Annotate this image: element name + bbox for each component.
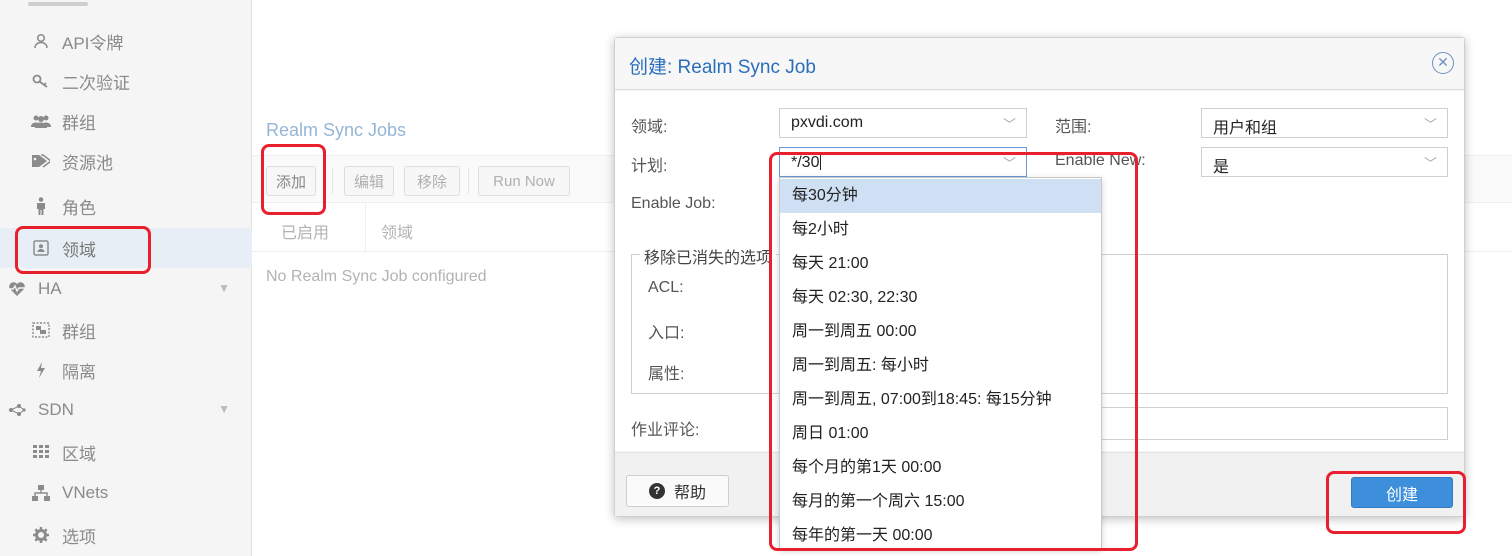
address-book-icon bbox=[28, 240, 54, 256]
chevron-down-icon[interactable]: ﹀ bbox=[1003, 114, 1016, 133]
realm-label: 领域: bbox=[631, 119, 668, 136]
schedule-option[interactable]: 周一到周五: 每小时 bbox=[780, 349, 1101, 383]
scope-value: 用户和组 bbox=[1213, 120, 1278, 137]
scope-select[interactable]: 用户和组 ﹀ bbox=[1201, 108, 1448, 138]
sidebar-item-ha[interactable]: HA ▼ bbox=[0, 269, 252, 309]
sidebar-item-label: 领域 bbox=[62, 240, 96, 260]
comment-label: 作业评论: bbox=[631, 422, 700, 439]
key-icon bbox=[28, 74, 54, 88]
fieldset-legend: 移除已消失的选项 bbox=[640, 244, 777, 268]
column-separator bbox=[365, 204, 366, 252]
sidebar-item-label: 群组 bbox=[62, 322, 96, 342]
chevron-down-icon[interactable]: ▼ bbox=[218, 402, 230, 416]
sidebar-item-label: SDN bbox=[38, 400, 74, 419]
toolbar-separator bbox=[468, 168, 469, 194]
sidebar-item-zones[interactable]: 区域 bbox=[0, 432, 252, 472]
sidebar-item-tfa[interactable]: 二次验证 bbox=[0, 61, 252, 101]
sidebar-item-options[interactable]: 选项 bbox=[0, 515, 252, 555]
bolt-icon bbox=[28, 362, 54, 378]
male-icon bbox=[28, 197, 54, 215]
schedule-label: 计划: bbox=[631, 158, 668, 175]
enable-job-label: Enable Job: bbox=[631, 195, 716, 212]
chevron-down-icon[interactable]: ﹀ bbox=[1003, 153, 1016, 172]
sidebar-item-label: 区域 bbox=[62, 444, 96, 464]
schedule-option[interactable]: 周日 01:00 bbox=[780, 417, 1101, 451]
question-circle-icon: ? bbox=[648, 483, 665, 499]
sidebar-item-groups[interactable]: 群组 bbox=[0, 101, 252, 141]
gear-icon bbox=[28, 527, 54, 543]
panel-title: Realm Sync Jobs bbox=[266, 120, 407, 140]
sidebar-item-sdn[interactable]: SDN ▼ bbox=[0, 390, 252, 430]
sidebar: API令牌 二次验证 群组 资源池 角色 领域 HA ▼ 群组 隔离 SDN ▼… bbox=[0, 0, 252, 556]
schedule-option[interactable]: 每天 21:00 bbox=[780, 247, 1101, 281]
property-label: 属性: bbox=[648, 366, 685, 383]
help-button-label: 帮助 bbox=[673, 485, 706, 502]
enable-new-label: Enable New: bbox=[1055, 152, 1146, 169]
schedule-option[interactable]: 每天 02:30, 22:30 bbox=[780, 281, 1101, 315]
sitemap-icon bbox=[28, 485, 54, 501]
dialog-header: 创建: Realm Sync Job ✕ bbox=[615, 38, 1464, 90]
chevron-down-icon[interactable]: ﹀ bbox=[1424, 114, 1437, 133]
sidebar-item-label: API令牌 bbox=[62, 33, 124, 53]
user-outline-icon bbox=[28, 33, 54, 49]
sidebar-item-label: 资源池 bbox=[62, 153, 113, 173]
object-group-icon bbox=[28, 322, 54, 338]
scope-label: 范围: bbox=[1055, 119, 1092, 136]
remove-button[interactable]: 移除 bbox=[404, 166, 460, 196]
realm-value: pxvdi.com bbox=[791, 114, 864, 131]
realm-select[interactable]: pxvdi.com ﹀ bbox=[779, 108, 1027, 138]
column-enabled[interactable]: 已启用 bbox=[281, 219, 329, 243]
users-icon bbox=[28, 114, 54, 128]
sidebar-item-roles[interactable]: 角色 bbox=[0, 186, 252, 226]
chevron-down-icon[interactable]: ﹀ bbox=[1424, 153, 1437, 172]
schedule-option[interactable]: 每2小时 bbox=[780, 213, 1101, 247]
chevron-down-icon[interactable]: ▼ bbox=[218, 281, 230, 295]
column-realm[interactable]: 领域 bbox=[381, 219, 413, 243]
sidebar-item-label: VNets bbox=[62, 483, 109, 502]
entry-label: 入口: bbox=[648, 325, 685, 342]
toolbar-separator bbox=[332, 168, 333, 194]
close-icon[interactable]: ✕ bbox=[1432, 52, 1454, 74]
tags-icon bbox=[28, 154, 54, 168]
schedule-option[interactable]: 每年的第一天 00:00 bbox=[780, 519, 1101, 548]
sidebar-item-api-token[interactable]: API令牌 bbox=[0, 21, 252, 61]
schedule-text: */30 bbox=[791, 154, 820, 171]
sidebar-item-label: 隔离 bbox=[62, 362, 96, 382]
schedule-option[interactable]: 周一到周五 00:00 bbox=[780, 315, 1101, 349]
dialog-title: 创建: Realm Sync Job bbox=[629, 57, 816, 78]
sidebar-item-fencing[interactable]: 隔离 bbox=[0, 350, 252, 390]
sidebar-item-label: 选项 bbox=[62, 527, 96, 547]
heartbeat-icon bbox=[4, 281, 30, 297]
edit-button[interactable]: 编辑 bbox=[344, 166, 394, 196]
enable-new-value: 是 bbox=[1213, 159, 1230, 176]
sidebar-item-realms[interactable]: 领域 bbox=[0, 228, 252, 268]
sidebar-item-ha-groups[interactable]: 群组 bbox=[0, 310, 252, 350]
text-caret bbox=[820, 153, 822, 170]
schedule-input[interactable]: */30 ﹀ bbox=[779, 147, 1027, 177]
sidebar-item-label: 二次验证 bbox=[62, 73, 130, 93]
schedule-option[interactable]: 周一到周五, 07:00到18:45: 每15分钟 bbox=[780, 383, 1101, 417]
schedule-option[interactable]: 每30分钟 bbox=[780, 179, 1101, 213]
comment-input[interactable] bbox=[1098, 407, 1448, 440]
empty-grid-text: No Realm Sync Job configured bbox=[266, 268, 487, 285]
add-button[interactable]: 添加 bbox=[266, 166, 316, 196]
sidebar-item-label: HA bbox=[38, 279, 62, 298]
sidebar-item-pools[interactable]: 资源池 bbox=[0, 141, 252, 181]
schedule-option[interactable]: 每个月的第1天 00:00 bbox=[780, 451, 1101, 485]
grid-icon bbox=[28, 445, 54, 459]
schedule-option[interactable]: 每月的第一个周六 15:00 bbox=[780, 485, 1101, 519]
create-button[interactable]: 创建 bbox=[1351, 477, 1453, 508]
sdn-icon bbox=[4, 403, 30, 417]
schedule-value: */30 bbox=[791, 153, 822, 172]
acl-label: ACL: bbox=[648, 279, 684, 296]
sidebar-item-label: 角色 bbox=[62, 198, 96, 218]
run-now-button[interactable]: Run Now bbox=[478, 166, 570, 196]
sidebar-item-label: 群组 bbox=[62, 113, 96, 133]
sidebar-clipped-item bbox=[28, 2, 88, 6]
schedule-dropdown-list: 每30分钟 每2小时 每天 21:00 每天 02:30, 22:30 周一到周… bbox=[779, 177, 1102, 549]
sidebar-item-vnets[interactable]: VNets bbox=[0, 473, 252, 513]
help-button[interactable]: ? 帮助 bbox=[626, 475, 729, 507]
enable-new-select[interactable]: 是 ﹀ bbox=[1201, 147, 1448, 177]
